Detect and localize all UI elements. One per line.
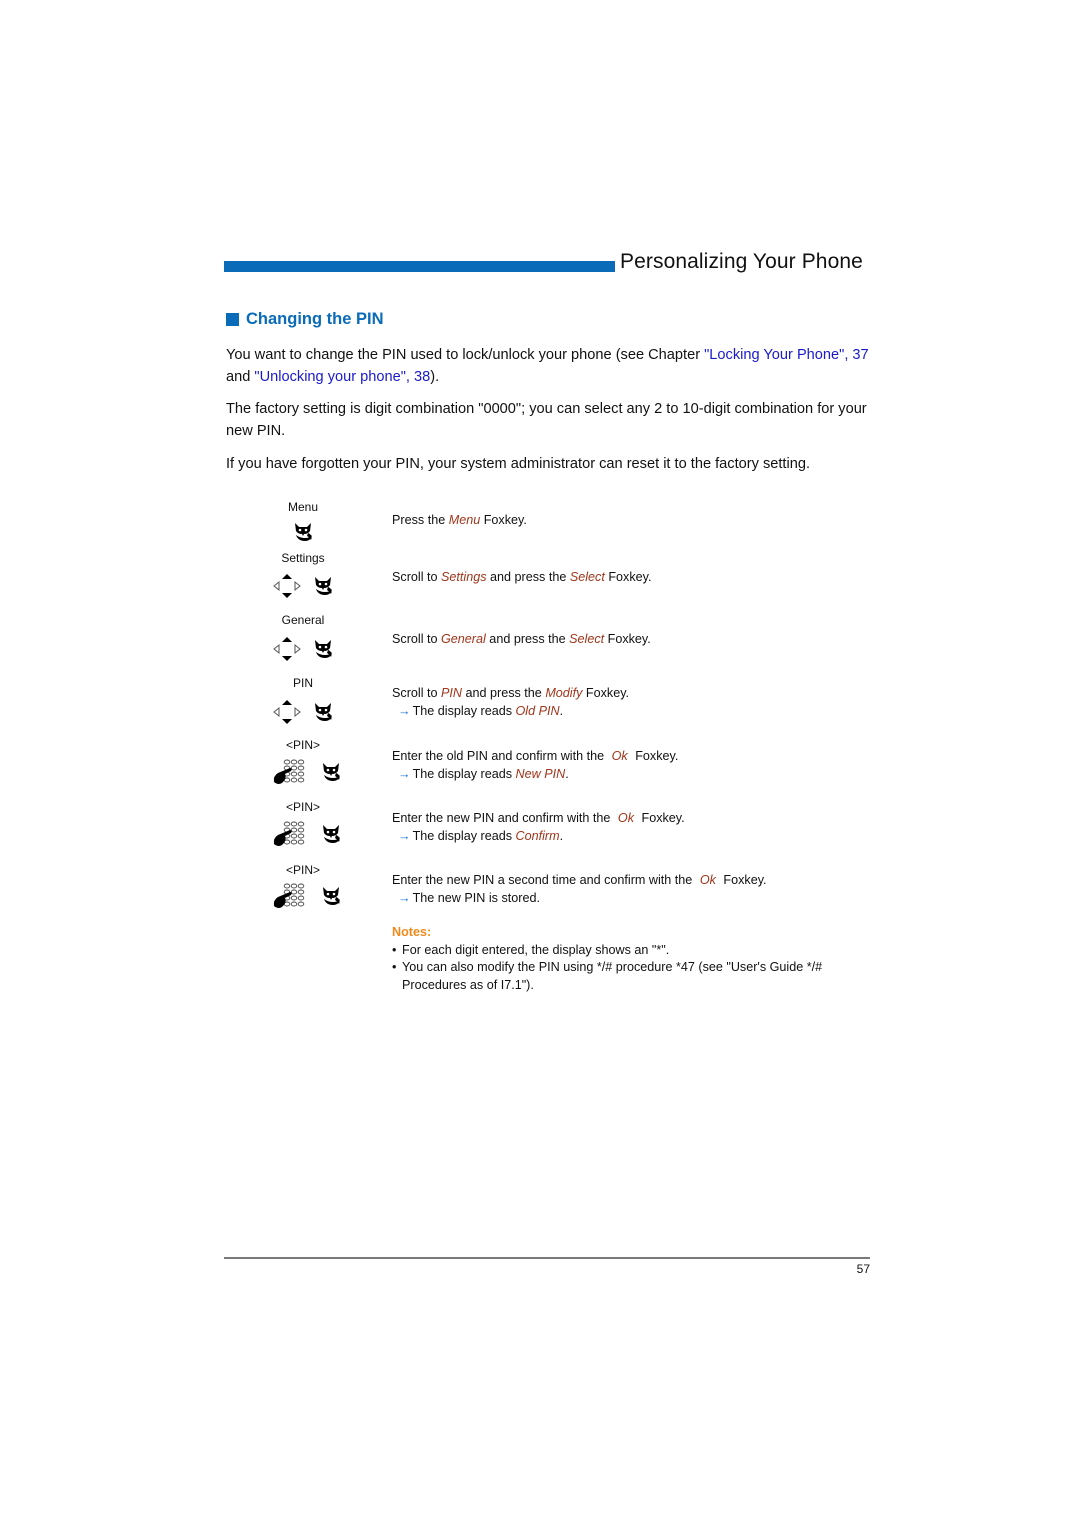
instruction-text: Scroll to	[392, 686, 441, 700]
display-term: Modify	[545, 686, 583, 700]
instruction-text: Foxkey.	[480, 513, 527, 527]
keypad-icon	[272, 820, 310, 848]
display-label: Menu	[287, 500, 319, 514]
result-text: The display reads	[412, 828, 516, 843]
step-instruction: Scroll to General and press the Select F…	[392, 631, 651, 649]
instruction-text: Enter the new PIN a second time and conf…	[392, 873, 696, 887]
step-icons	[272, 882, 342, 910]
instruction-text: Foxkey.	[582, 686, 630, 700]
foxkey-icon	[312, 575, 334, 597]
result-text: The display reads	[412, 766, 516, 781]
display-term: PIN	[441, 686, 462, 700]
intro-text: ).	[430, 369, 440, 385]
chapter-header-bar	[224, 261, 615, 272]
note-item: • For each digit entered, the display sho…	[392, 942, 862, 960]
bullet: •	[392, 960, 397, 974]
display-label: <PIN>	[285, 738, 321, 752]
display-label: General	[281, 613, 325, 627]
step-icons	[272, 758, 342, 786]
display-label: <PIN>	[285, 800, 321, 814]
instruction-text: Foxkey.	[604, 570, 652, 584]
section-title: Changing the PIN	[246, 310, 384, 328]
foxkey-icon	[320, 823, 342, 845]
keypad-icon	[272, 882, 310, 910]
display-term: New PIN	[515, 766, 566, 781]
result-text: The new PIN is stored.	[412, 890, 540, 905]
page-number: 57	[856, 1262, 870, 1276]
link-locking-your-phone[interactable]: "Locking Your Phone", 37	[704, 347, 869, 363]
bullet: •	[392, 943, 397, 957]
display-term: Select	[569, 570, 605, 584]
result-arrow-icon: →	[398, 890, 411, 905]
step-icons	[272, 698, 334, 726]
step-instruction: Scroll to Settings and press the Select …	[392, 569, 652, 587]
instruction-text: Foxkey.	[604, 632, 651, 646]
foxkey-icon	[320, 885, 342, 907]
result-text: .	[559, 828, 564, 843]
instruction-text: Foxkey.	[719, 873, 767, 887]
foxkey-icon	[292, 521, 314, 543]
foxkey-icon	[312, 638, 334, 660]
display-label: <PIN>	[285, 863, 321, 877]
intro-paragraph-3: If you have forgotten your PIN, your sys…	[226, 456, 811, 472]
step-icons	[272, 572, 334, 600]
intro-text: and	[226, 369, 255, 385]
note-text: You can also modify the PIN using */# pr…	[402, 960, 823, 992]
display-term: General	[441, 632, 486, 646]
navigation-keys-icon	[272, 636, 302, 662]
notes-heading: Notes:	[392, 925, 432, 939]
step-instruction: Enter the old PIN and confirm with the O…	[392, 748, 678, 783]
display-term: Ok	[611, 749, 628, 763]
instruction-text: Foxkey.	[631, 749, 679, 763]
intro-paragraph-2: The factory setting is digit combination…	[226, 401, 867, 439]
instruction-text: Scroll to	[392, 570, 441, 584]
instruction-text: Enter the old PIN and confirm with the	[392, 749, 608, 763]
instruction-text: and press the	[485, 632, 570, 646]
intro-text: You want to change the PIN used to lock/…	[226, 347, 705, 363]
navigation-keys-icon	[272, 699, 302, 725]
step-instruction: Scroll to PIN and press the Modify Foxke…	[392, 685, 629, 720]
keypad-icon	[272, 758, 310, 786]
display-term: Ok	[699, 873, 716, 887]
chapter-title: Personalizing Your Phone	[620, 250, 863, 273]
section-square-icon	[226, 313, 239, 326]
display-label: PIN	[292, 676, 313, 690]
instruction-text: and press the	[462, 686, 546, 700]
instruction-text: Press the	[392, 513, 449, 527]
step-icons	[272, 635, 334, 663]
display-term: Menu	[448, 513, 481, 527]
display-term: Select	[569, 632, 605, 646]
display-term: Settings	[441, 570, 487, 584]
footer-divider	[224, 1257, 870, 1259]
result-text: .	[565, 766, 569, 781]
result-arrow-icon: →	[398, 766, 411, 781]
step-instruction: Enter the new PIN and confirm with the O…	[392, 810, 685, 845]
step-icons	[272, 518, 314, 546]
intro-paragraph-1: You want to change the PIN used to lock/…	[226, 344, 876, 388]
display-label: Settings	[281, 551, 325, 565]
step-instruction: Press the Menu Foxkey.	[392, 512, 527, 530]
display-term: Confirm	[515, 828, 560, 843]
link-unlocking-your-phone[interactable]: "Unlocking your phone", 38	[254, 369, 430, 385]
step-icons	[272, 820, 342, 848]
navigation-keys-icon	[272, 573, 302, 599]
display-term: Old PIN	[515, 703, 560, 718]
result-arrow-icon: →	[398, 828, 411, 843]
result-text: .	[559, 703, 564, 718]
instruction-text: Scroll to	[392, 632, 441, 646]
display-term: Ok	[617, 811, 634, 825]
result-arrow-icon: →	[398, 703, 411, 718]
instruction-text: Enter the new PIN and confirm with the	[392, 811, 614, 825]
instruction-text: Foxkey.	[638, 811, 685, 825]
foxkey-icon	[320, 761, 342, 783]
step-instruction: Enter the new PIN a second time and conf…	[392, 872, 767, 907]
result-text: The display reads	[412, 703, 516, 718]
note-text: For each digit entered, the display show…	[402, 943, 670, 957]
instruction-text: and press the	[486, 570, 570, 584]
foxkey-icon	[312, 701, 334, 723]
section-heading: Changing the PIN	[226, 310, 384, 329]
note-item: • You can also modify the PIN using */# p…	[392, 959, 862, 994]
